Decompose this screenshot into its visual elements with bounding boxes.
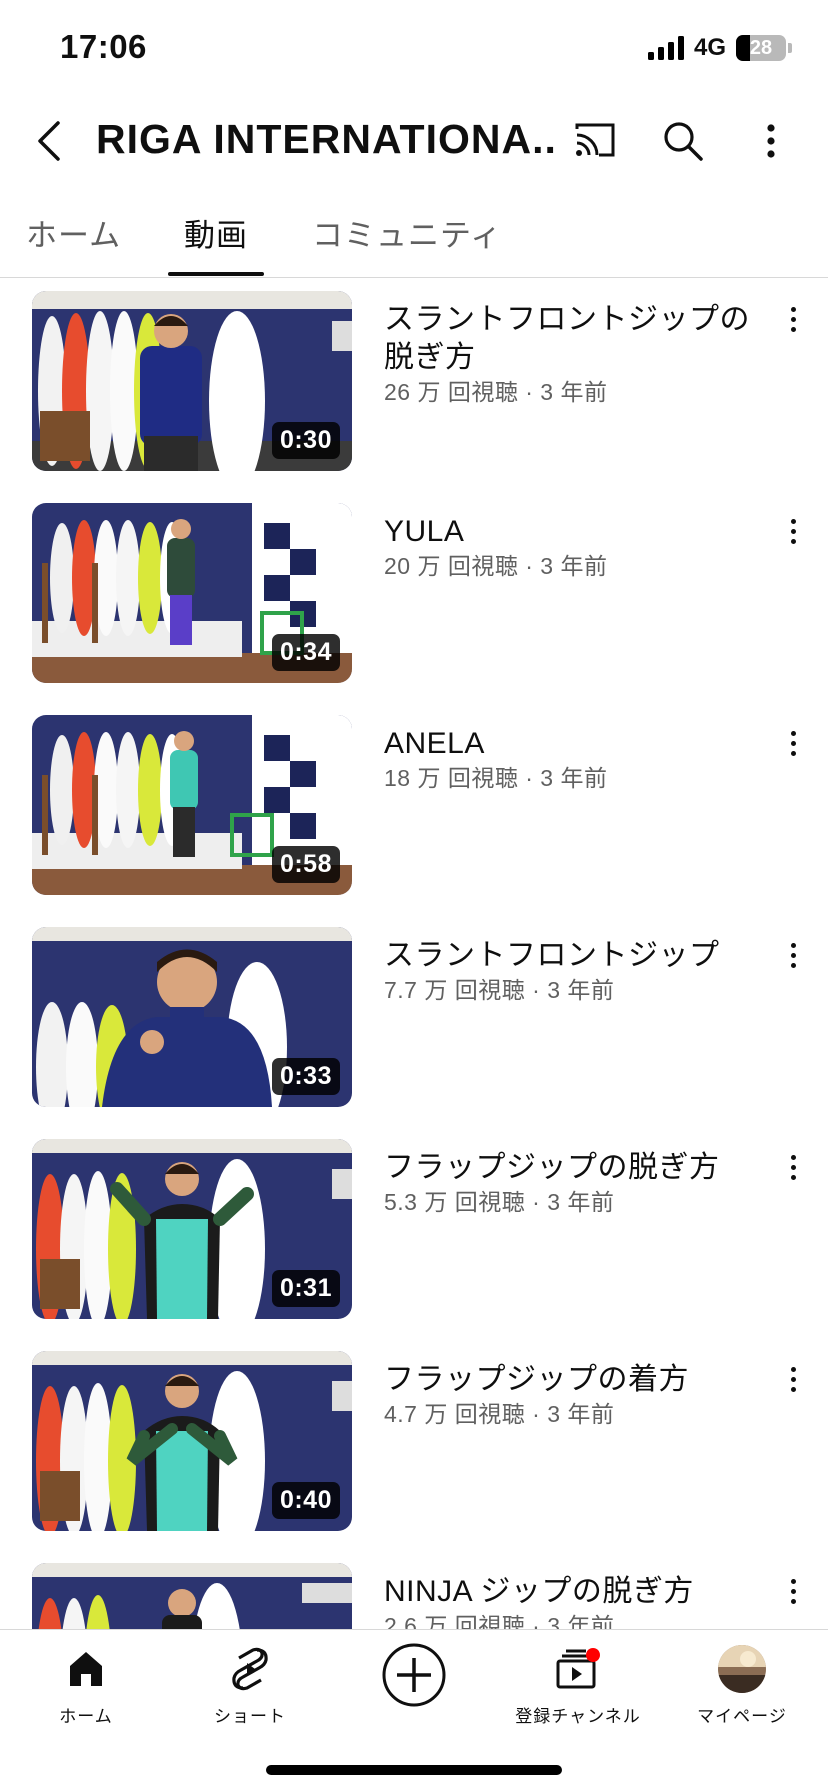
back-button[interactable] [26, 114, 72, 168]
nav-label: 登録チャンネル [515, 1707, 641, 1726]
video-item[interactable]: 0:30 スラントフロントジップの脱ぎ方 26 万 回視聴 · 3 年前 [0, 291, 828, 471]
active-tab-indicator [168, 272, 264, 276]
nav-shorts[interactable]: ショート [180, 1644, 320, 1727]
home-indicator[interactable] [266, 1765, 562, 1775]
nav-label: ショート [214, 1707, 286, 1726]
avatar [718, 1645, 766, 1693]
video-duration: 0:30 [271, 422, 340, 459]
cast-icon [575, 123, 615, 157]
video-title[interactable]: YULA [384, 513, 764, 551]
video-title[interactable]: フラップジップの着方 [384, 1361, 764, 1399]
shorts-icon [232, 1647, 268, 1691]
video-duration: 0:31 [271, 1270, 340, 1307]
home-icon [70, 1652, 102, 1686]
more-vert-icon [767, 124, 775, 158]
video-duration: 0:58 [271, 846, 340, 883]
back-icon [38, 121, 60, 161]
video-thumbnail[interactable]: 0:58 [32, 715, 352, 895]
video-title[interactable]: スラントフロントジップの脱ぎ方 [384, 301, 764, 377]
video-item[interactable]: 0:31 フラップジップの脱ぎ方 5.3 万 回視聴 · 3 年前 [0, 1139, 828, 1319]
app-header: RIGA INTERNATIONA... [0, 96, 828, 186]
subscriptions-icon [556, 1648, 600, 1689]
bottom-navigation: ホーム ショート 登録チャンネル マイページ [0, 1629, 828, 1792]
channel-tabs: ホーム 動画 コミュニティ [0, 196, 828, 278]
video-title[interactable]: スラントフロントジップ [384, 937, 764, 975]
nav-home[interactable]: ホーム [16, 1644, 156, 1727]
more-options-button[interactable] [744, 114, 798, 168]
video-more-options-button[interactable] [778, 1359, 808, 1399]
video-thumbnail[interactable]: 0:34 [32, 503, 352, 683]
tab-home[interactable]: ホーム [26, 210, 121, 255]
video-item[interactable]: 0:40 フラップジップの着方 4.7 万 回視聴 · 3 年前 [0, 1351, 828, 1531]
video-meta: 20 万 回視聴 · 3 年前 [384, 553, 608, 579]
battery-icon: 28 [736, 35, 786, 61]
video-more-options-button[interactable] [778, 511, 808, 551]
video-item[interactable]: 0:34 YULA 20 万 回視聴 · 3 年前 [0, 503, 828, 683]
video-thumbnail[interactable]: 0:40 [32, 1351, 352, 1531]
video-meta: 5.3 万 回視聴 · 3 年前 [384, 1189, 615, 1215]
video-thumbnail[interactable] [32, 1563, 352, 1629]
video-more-options-button[interactable] [778, 723, 808, 763]
create-icon [382, 1643, 446, 1707]
search-icon [664, 122, 703, 161]
network-type: 4G [693, 34, 726, 61]
video-duration: 0:33 [271, 1058, 340, 1095]
nav-my-page[interactable]: マイページ [672, 1644, 812, 1727]
video-thumbnail[interactable]: 0:33 [32, 927, 352, 1107]
video-more-options-button[interactable] [778, 935, 808, 975]
status-bar: 17:06 4G 28 [0, 0, 828, 96]
video-meta: 18 万 回視聴 · 3 年前 [384, 765, 608, 791]
video-thumbnail[interactable]: 0:30 [32, 291, 352, 471]
video-thumbnail[interactable]: 0:31 [32, 1139, 352, 1319]
video-meta: 26 万 回視聴 · 3 年前 [384, 379, 608, 405]
search-button[interactable] [656, 114, 710, 168]
cast-button[interactable] [568, 114, 622, 168]
nav-create[interactable] [344, 1643, 484, 1710]
nav-label: ホーム [59, 1707, 113, 1726]
video-more-options-button[interactable] [778, 1571, 808, 1611]
video-meta: 7.7 万 回視聴 · 3 年前 [384, 977, 615, 1003]
video-item[interactable]: 0:33 スラントフロントジップ 7.7 万 回視聴 · 3 年前 [0, 927, 828, 1107]
video-item[interactable]: NINJA ジップの脱ぎ方 2.6 万 回視聴 · 3 年前 [0, 1563, 828, 1629]
tab-community[interactable]: コミュニティ [312, 210, 502, 255]
channel-title: RIGA INTERNATIONA... [96, 116, 556, 162]
video-meta: 4.7 万 回視聴 · 3 年前 [384, 1401, 615, 1427]
status-time: 17:06 [60, 28, 147, 65]
status-indicators: 4G 28 [647, 34, 792, 62]
video-title[interactable]: ANELA [384, 725, 764, 763]
video-duration: 0:34 [271, 634, 340, 671]
signal-icon [647, 36, 684, 60]
video-meta: 2.6 万 回視聴 · 3 年前 [384, 1613, 615, 1629]
nav-label: マイページ [697, 1707, 787, 1726]
video-title[interactable]: フラップジップの脱ぎ方 [384, 1149, 764, 1187]
video-more-options-button[interactable] [778, 1147, 808, 1187]
nav-subscriptions[interactable]: 登録チャンネル [508, 1644, 648, 1727]
tab-videos[interactable]: 動画 [184, 210, 248, 255]
video-more-options-button[interactable] [778, 299, 808, 339]
video-item[interactable]: 0:58 ANELA 18 万 回視聴 · 3 年前 [0, 715, 828, 895]
video-list[interactable]: 0:30 スラントフロントジップの脱ぎ方 26 万 回視聴 · 3 年前 0:3… [0, 279, 828, 1629]
video-title[interactable]: NINJA ジップの脱ぎ方 [384, 1573, 764, 1611]
battery-level: 28 [749, 36, 773, 59]
video-duration: 0:40 [271, 1482, 340, 1519]
